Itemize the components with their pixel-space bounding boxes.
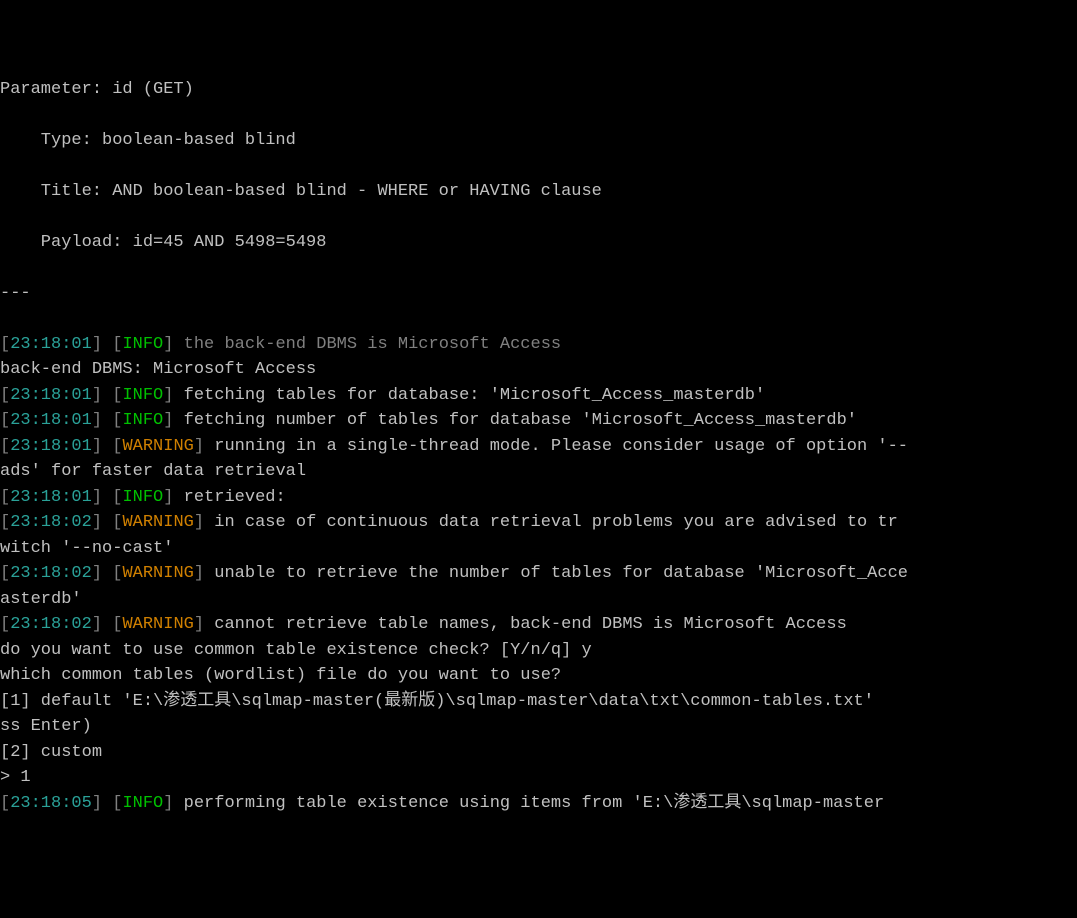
timestamp: 23:18:01 [10,335,92,354]
timestamp: 23:18:01 [10,437,92,456]
bracket: ] [194,564,214,583]
log-text: [1] default 'E:\渗透工具\sqlmap-master(最新版)\… [0,692,874,711]
type-line: Type: boolean-based blind [41,128,1077,154]
bracket: ] [ [92,794,123,813]
log-line: [23:18:01] [INFO] the back-end DBMS is M… [0,332,1077,358]
log-line: [23:18:02] [WARNING] cannot retrieve tab… [0,612,1077,638]
log-text: which common tables (wordlist) file do y… [0,666,561,685]
log-line: [23:18:02] [WARNING] in case of continuo… [0,510,1077,536]
log-message: fetching tables for database: 'Microsoft… [184,386,766,405]
log-text: witch '--no-cast' [0,539,173,558]
info-tag: INFO [122,335,163,354]
bracket: ] [ [92,437,123,456]
log-text: ads' for faster data retrieval [0,462,306,481]
log-line: witch '--no-cast' [0,536,1077,562]
log-text: asterdb' [0,590,82,609]
separator: --- [0,281,1077,307]
bracket: [ [0,564,10,583]
warning-tag: WARNING [122,564,193,583]
bracket: ] [ [92,335,123,354]
log-text: ss Enter) [0,717,92,736]
bracket: ] [ [92,615,123,634]
bracket: ] [ [92,513,123,532]
log-message: the back-end DBMS is Microsoft Access [184,335,561,354]
bracket: ] [ [92,411,123,430]
bracket: [ [0,386,10,405]
log-line: [1] default 'E:\渗透工具\sqlmap-master(最新版)\… [0,689,1077,715]
parameter-header: Parameter: id (GET) [0,77,1077,103]
title-line: Title: AND boolean-based blind - WHERE o… [41,179,1077,205]
log-message: fetching number of tables for database '… [184,411,857,430]
bracket: ] [163,488,183,507]
bracket: [ [0,513,10,532]
log-line: asterdb' [0,587,1077,613]
log-line: > 1 [0,765,1077,791]
timestamp: 23:18:01 [10,411,92,430]
log-message: unable to retrieve the number of tables … [214,564,908,583]
log-message: performing table existence using items f… [184,794,885,813]
timestamp: 23:18:01 [10,386,92,405]
log-line: [23:18:05] [INFO] performing table exist… [0,791,1077,817]
bracket: ] [194,437,214,456]
log-message: retrieved: [184,488,286,507]
payload-line: Payload: id=45 AND 5498=5498 [41,230,1077,256]
warning-tag: WARNING [122,615,193,634]
bracket: [ [0,411,10,430]
bracket: ] [163,386,183,405]
bracket: [ [0,794,10,813]
log-line: [23:18:01] [INFO] fetching number of tab… [0,408,1077,434]
timestamp: 23:18:01 [10,488,92,507]
log-line: ss Enter) [0,714,1077,740]
info-tag: INFO [122,411,163,430]
bracket: ] [163,411,183,430]
timestamp: 23:18:02 [10,615,92,634]
timestamp: 23:18:05 [10,794,92,813]
log-line: [23:18:01] [INFO] fetching tables for da… [0,383,1077,409]
log-text: [2] custom [0,743,102,762]
bracket: ] [194,513,214,532]
log-line: back-end DBMS: Microsoft Access [0,357,1077,383]
bracket: [ [0,437,10,456]
bracket: [ [0,615,10,634]
log-line: which common tables (wordlist) file do y… [0,663,1077,689]
log-line: [23:18:01] [INFO] retrieved: [0,485,1077,511]
bracket: ] [163,794,183,813]
log-message: running in a single-thread mode. Please … [214,437,908,456]
log-line: do you want to use common table existenc… [0,638,1077,664]
timestamp: 23:18:02 [10,564,92,583]
log-message: cannot retrieve table names, back-end DB… [214,615,847,634]
log-message: in case of continuous data retrieval pro… [214,513,898,532]
bracket: ] [ [92,564,123,583]
info-tag: INFO [122,794,163,813]
log-line: ads' for faster data retrieval [0,459,1077,485]
terminal-log: [23:18:01] [INFO] the back-end DBMS is M… [0,332,1077,817]
info-tag: INFO [122,386,163,405]
log-line: [23:18:01] [WARNING] running in a single… [0,434,1077,460]
bracket: ] [ [92,488,123,507]
bracket: ] [ [92,386,123,405]
info-tag: INFO [122,488,163,507]
bracket: ] [163,335,183,354]
log-text: > 1 [0,768,31,787]
log-text: back-end DBMS: Microsoft Access [0,360,316,379]
bracket: [ [0,335,10,354]
log-line: [2] custom [0,740,1077,766]
bracket: ] [194,615,214,634]
warning-tag: WARNING [122,513,193,532]
bracket: [ [0,488,10,507]
log-line: [23:18:02] [WARNING] unable to retrieve … [0,561,1077,587]
log-text: do you want to use common table existenc… [0,641,592,660]
warning-tag: WARNING [122,437,193,456]
timestamp: 23:18:02 [10,513,92,532]
